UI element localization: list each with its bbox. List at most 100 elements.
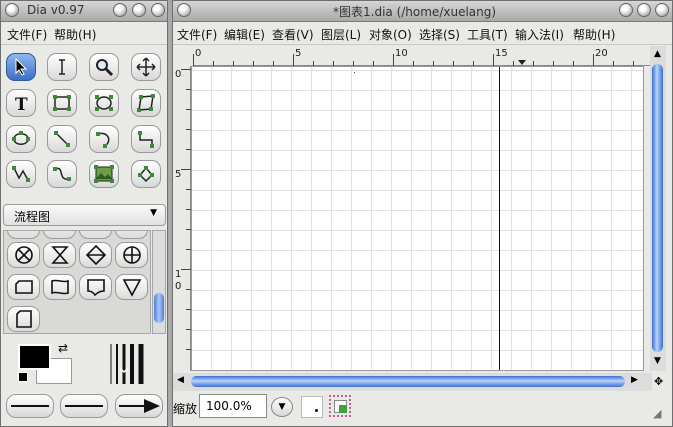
scroll-up-icon[interactable]: ▲: [654, 49, 661, 59]
snap-to-grid-toggle[interactable]: [301, 396, 323, 418]
minimize-button[interactable]: [619, 3, 633, 17]
close-button[interactable]: [151, 3, 165, 17]
chevron-down-icon: ▼: [278, 402, 286, 412]
menu-select[interactable]: 选择(S): [419, 26, 460, 43]
box-icon: [53, 95, 71, 111]
diagram-title: *图表1.dia (/home/xuelang): [333, 5, 497, 19]
scroll-right-icon[interactable]: ▶: [631, 375, 638, 385]
scroll-left-icon[interactable]: ◀: [177, 375, 184, 385]
zoom-input[interactable]: 100.0%: [199, 394, 267, 418]
zoom-dropdown-button[interactable]: ▼: [271, 397, 293, 417]
punched-tape-icon: [50, 279, 69, 295]
arc-tool-button[interactable]: [89, 125, 119, 153]
resize-grip-icon[interactable]: ◢: [653, 407, 661, 420]
ruler-label: 0: [195, 48, 202, 59]
shape-palette-scroll-thumb[interactable]: [154, 293, 164, 323]
offline-storage-icon: [15, 310, 32, 328]
vertical-scroll-thumb[interactable]: [652, 64, 663, 352]
green-square-icon: [339, 405, 347, 413]
flowchart-or-shape-button[interactable]: [7, 242, 40, 268]
menu-edit[interactable]: 编辑(E): [224, 26, 265, 43]
flowchart-partial-shape[interactable]: [115, 231, 148, 239]
bezierline-tool-button[interactable]: [47, 160, 77, 188]
polygon-icon: [137, 94, 155, 112]
flowchart-manual-input-shape-button[interactable]: [7, 274, 40, 300]
menu-tools[interactable]: 工具(T): [467, 26, 508, 43]
polyline-tool-button[interactable]: [6, 160, 36, 188]
zigzagline-tool-button[interactable]: [131, 125, 161, 153]
navigation-icon[interactable]: ✥: [654, 375, 663, 388]
menu-layers[interactable]: 图层(L): [321, 26, 361, 43]
start-arrow-selector[interactable]: [6, 394, 54, 418]
arc-icon: [96, 132, 110, 148]
beziergon-icon: [12, 131, 30, 145]
flowchart-merge-shape-button[interactable]: [115, 274, 148, 300]
end-arrow-selector[interactable]: [115, 394, 163, 418]
flowchart-punched-tape-shape-button[interactable]: [43, 274, 76, 300]
ruler-label: 0: [175, 69, 182, 80]
status-bar: 缩放 100.0% ▼ ◢: [173, 393, 672, 426]
maximize-button[interactable]: [637, 3, 651, 17]
window-menu-button[interactable]: [177, 3, 191, 17]
page-break-line: [499, 67, 500, 370]
document-shape-icon: [86, 279, 105, 297]
diagram-canvas[interactable]: [191, 66, 644, 371]
toolbox-titlebar[interactable]: Dia v0.97: [1, 1, 167, 22]
flowchart-summing-junction-shape-button[interactable]: [115, 242, 148, 268]
chevron-down-icon: ▼: [150, 208, 157, 218]
swap-colors-icon[interactable]: ⇄: [58, 341, 68, 355]
shape-palette: [3, 230, 151, 334]
snap-to-objects-toggle[interactable]: [329, 395, 351, 417]
minimize-button[interactable]: [113, 3, 127, 17]
flowchart-offline-storage-shape-button[interactable]: [7, 306, 40, 332]
close-button[interactable]: [655, 3, 669, 17]
text-edit-tool-button[interactable]: [47, 53, 77, 81]
flowchart-collate-shape-button[interactable]: [43, 242, 76, 268]
window-menu-button[interactable]: [5, 3, 19, 17]
flowchart-partial-shape[interactable]: [7, 231, 40, 239]
manual-input-icon: [14, 280, 33, 294]
polygon-tool-button[interactable]: [131, 89, 161, 117]
flowchart-document-shape-button[interactable]: [79, 274, 112, 300]
line-style-selector[interactable]: [60, 394, 108, 418]
maximize-button[interactable]: [132, 3, 146, 17]
outline-tool-button[interactable]: [131, 160, 161, 188]
scroll-tool-button[interactable]: [131, 53, 161, 81]
menu-file[interactable]: 文件(F): [177, 26, 217, 43]
text-tool-button[interactable]: T: [6, 89, 36, 117]
menu-help[interactable]: 帮助(H): [54, 26, 96, 43]
horizontal-ruler-ticks: [193, 54, 634, 66]
zigzag-line-icon: [138, 131, 154, 148]
summing-junction-icon: [122, 246, 141, 264]
flowchart-sort-shape-button[interactable]: [79, 242, 112, 268]
flowchart-partial-shape[interactable]: [79, 231, 112, 239]
magnify-icon: [96, 59, 114, 77]
magnify-tool-button[interactable]: [89, 53, 119, 81]
line-tool-button[interactable]: [47, 125, 77, 153]
default-colors-icon[interactable]: [18, 372, 28, 382]
menu-view[interactable]: 查看(V): [272, 26, 314, 43]
vertical-scrollbar[interactable]: ▲ ▼: [650, 46, 666, 371]
diagram-titlebar[interactable]: *图表1.dia (/home/xuelang): [173, 1, 672, 22]
pointer-icon: [15, 57, 28, 76]
horizontal-scroll-thumb[interactable]: [191, 376, 625, 387]
pointer-tool-button[interactable]: [6, 53, 36, 81]
line-width-selector[interactable]: [105, 344, 149, 384]
bezier-line-icon: [53, 167, 71, 181]
menu-help[interactable]: 帮助(H): [573, 26, 615, 43]
line-start-icon: [11, 405, 49, 407]
sheet-selector[interactable]: 流程图 ▼: [3, 204, 166, 226]
menu-file[interactable]: 文件(F): [7, 26, 47, 43]
beziergon-tool-button[interactable]: [6, 125, 36, 153]
ellipse-tool-button[interactable]: [89, 89, 119, 117]
image-tool-button[interactable]: [89, 160, 119, 188]
horizontal-scrollbar[interactable]: ◀ ▶: [173, 373, 652, 391]
flowchart-partial-shape[interactable]: [43, 231, 76, 239]
foreground-color-swatch[interactable]: [18, 344, 51, 370]
box-tool-button[interactable]: [47, 89, 77, 117]
scroll-down-icon[interactable]: ▼: [654, 356, 661, 366]
menu-input-method[interactable]: 输入法(I): [515, 26, 564, 43]
ruler-label: 20: [595, 48, 608, 59]
shape-palette-scrollbar[interactable]: [152, 230, 166, 334]
menu-objects[interactable]: 对象(O): [369, 26, 412, 43]
